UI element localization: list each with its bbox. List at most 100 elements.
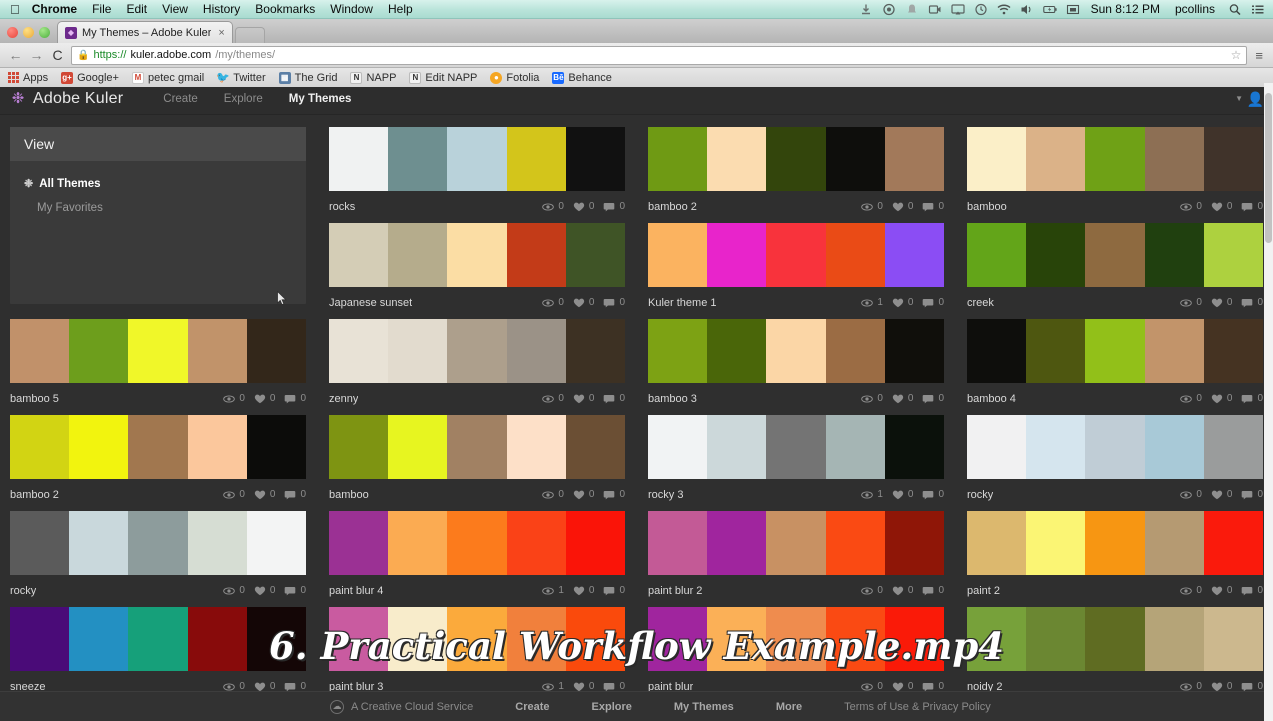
color-swatch[interactable] [506, 223, 566, 287]
nav-link-my-themes[interactable]: My Themes [289, 93, 352, 105]
theme-name[interactable]: bamboo [329, 489, 369, 501]
theme-swatch-strip[interactable] [329, 127, 626, 191]
maximize-window-button[interactable] [39, 27, 50, 38]
color-swatch[interactable] [69, 607, 129, 671]
color-swatch[interactable] [187, 511, 247, 575]
nav-link-create[interactable]: Create [163, 93, 198, 105]
color-swatch[interactable] [447, 415, 507, 479]
bookmark-behance[interactable]: Bē Behance [552, 71, 612, 84]
color-swatch[interactable] [648, 127, 708, 191]
color-swatch[interactable] [506, 319, 566, 383]
notification-center-icon[interactable] [1251, 3, 1265, 16]
color-swatch[interactable] [1144, 511, 1204, 575]
screen-record-icon[interactable] [928, 3, 942, 16]
color-swatch[interactable] [766, 415, 826, 479]
theme-swatch-strip[interactable] [10, 607, 307, 671]
menu-item-edit[interactable]: Edit [126, 2, 147, 16]
color-swatch[interactable] [1026, 415, 1086, 479]
theme-name[interactable]: paint blur 2 [648, 585, 702, 597]
theme-swatch-strip[interactable] [967, 319, 1264, 383]
menubar-clock[interactable]: Sun 8:12 PM [1091, 2, 1160, 16]
dropbox-icon[interactable] [859, 3, 873, 16]
theme-swatch-strip[interactable] [10, 415, 307, 479]
color-swatch[interactable] [10, 415, 70, 479]
color-swatch[interactable] [565, 415, 626, 479]
theme-card[interactable]: rocky 0 0 0 [967, 415, 1264, 511]
theme-card[interactable]: sneeze 0 0 0 [10, 607, 307, 703]
view-item-my-favorites[interactable]: My Favorites [10, 196, 306, 220]
color-swatch[interactable] [707, 607, 767, 671]
theme-name[interactable]: creek [967, 297, 994, 309]
color-swatch[interactable] [447, 511, 507, 575]
theme-swatch-strip[interactable] [329, 319, 626, 383]
color-swatch[interactable] [707, 223, 767, 287]
footer-link-my-themes[interactable]: My Themes [674, 701, 734, 713]
crashplan-icon[interactable] [882, 3, 896, 16]
color-swatch[interactable] [1026, 127, 1086, 191]
color-swatch[interactable] [447, 319, 507, 383]
color-swatch[interactable] [1203, 415, 1264, 479]
theme-card[interactable]: paint blur 0 0 0 [648, 607, 945, 703]
color-swatch[interactable] [1203, 319, 1264, 383]
theme-swatch-strip[interactable] [967, 607, 1264, 671]
theme-card[interactable]: paint blur 4 1 0 0 [329, 511, 626, 607]
theme-name[interactable]: bamboo 2 [10, 489, 59, 501]
color-swatch[interactable] [506, 415, 566, 479]
color-swatch[interactable] [1026, 607, 1086, 671]
theme-swatch-strip[interactable] [648, 511, 945, 575]
theme-swatch-strip[interactable] [967, 511, 1264, 575]
theme-swatch-strip[interactable] [648, 319, 945, 383]
menu-item-file[interactable]: File [92, 2, 111, 16]
theme-swatch-strip[interactable] [329, 607, 626, 671]
color-swatch[interactable] [1144, 223, 1204, 287]
bookmark-edit-napp[interactable]: N Edit NAPP [409, 71, 477, 84]
color-swatch[interactable] [1026, 319, 1086, 383]
bookmark-gmail[interactable]: M petec gmail [131, 71, 204, 84]
theme-card[interactable]: noidy 2000 [967, 607, 1264, 703]
color-swatch[interactable] [707, 511, 767, 575]
color-swatch[interactable] [565, 127, 626, 191]
scrollbar-thumb[interactable] [1265, 93, 1272, 243]
theme-card[interactable]: bamboo 5 0 0 0 [10, 319, 307, 415]
color-swatch[interactable] [447, 223, 507, 287]
color-swatch[interactable] [246, 415, 307, 479]
airplay-icon[interactable] [950, 3, 965, 16]
theme-name[interactable]: bamboo [967, 201, 1007, 213]
color-swatch[interactable] [329, 511, 389, 575]
theme-name[interactable]: zenny [329, 393, 358, 405]
color-swatch[interactable] [825, 223, 885, 287]
color-swatch[interactable] [246, 607, 307, 671]
color-swatch[interactable] [707, 415, 767, 479]
theme-name[interactable]: bamboo 3 [648, 393, 697, 405]
color-swatch[interactable] [565, 511, 626, 575]
color-swatch[interactable] [329, 607, 389, 671]
theme-name[interactable]: bamboo 2 [648, 201, 697, 213]
color-swatch[interactable] [1085, 223, 1145, 287]
back-arrow-icon[interactable]: ← [8, 47, 23, 63]
theme-swatch-strip[interactable] [648, 607, 945, 671]
color-swatch[interactable] [825, 415, 885, 479]
color-swatch[interactable] [69, 415, 129, 479]
color-swatch[interactable] [565, 319, 626, 383]
color-swatch[interactable] [10, 319, 70, 383]
bookmark-apps[interactable]: Apps [8, 72, 48, 84]
theme-card[interactable]: Japanese sunset 0 0 0 [329, 223, 626, 319]
color-swatch[interactable] [329, 223, 389, 287]
bell-icon[interactable] [905, 3, 919, 16]
color-swatch[interactable] [565, 607, 626, 671]
color-swatch[interactable] [329, 127, 389, 191]
color-swatch[interactable] [825, 319, 885, 383]
theme-card[interactable]: bamboo 0 0 0 [329, 415, 626, 511]
color-swatch[interactable] [884, 319, 945, 383]
nav-link-explore[interactable]: Explore [224, 93, 263, 105]
menu-item-chrome[interactable]: Chrome [32, 2, 77, 16]
theme-card[interactable]: paint 2 0 0 0 [967, 511, 1264, 607]
close-icon[interactable]: × [218, 27, 224, 39]
theme-card[interactable]: bamboo 0 0 0 [967, 127, 1264, 223]
theme-swatch-strip[interactable] [329, 223, 626, 287]
volume-icon[interactable] [1020, 3, 1034, 16]
color-swatch[interactable] [388, 511, 448, 575]
color-swatch[interactable] [967, 319, 1027, 383]
theme-card[interactable]: creek 0 0 0 [967, 223, 1264, 319]
battery-icon[interactable] [1042, 3, 1057, 16]
